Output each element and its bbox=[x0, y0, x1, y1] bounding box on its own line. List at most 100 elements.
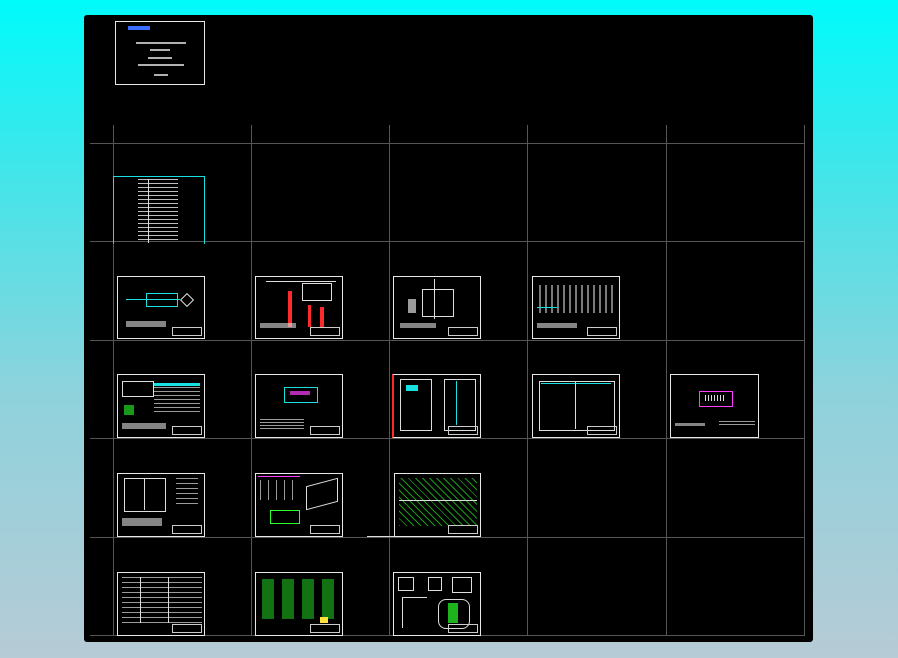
schematic-line bbox=[537, 307, 557, 308]
plan-outline bbox=[284, 387, 318, 403]
index-table-column bbox=[148, 179, 149, 243]
grid-line bbox=[804, 125, 805, 636]
elevation-divider bbox=[575, 381, 576, 429]
section-fill bbox=[448, 603, 458, 623]
magenta-line bbox=[258, 476, 300, 477]
title-block bbox=[172, 426, 202, 435]
grid-line bbox=[251, 125, 252, 636]
device-table bbox=[154, 383, 200, 413]
legend-table bbox=[719, 421, 755, 427]
title-block bbox=[172, 624, 202, 633]
elevation-top bbox=[541, 383, 611, 384]
diagram-valve bbox=[179, 292, 195, 308]
section-profile bbox=[402, 597, 427, 628]
cover-logo bbox=[128, 26, 150, 30]
table-column bbox=[140, 577, 141, 623]
cover-text-line bbox=[136, 42, 186, 44]
cover-text-line bbox=[150, 49, 170, 51]
sheet-cabinet-elevation[interactable] bbox=[532, 374, 620, 438]
table-column bbox=[168, 577, 169, 623]
sheet-system-diagram[interactable] bbox=[117, 276, 205, 339]
sheet-plan-view[interactable] bbox=[255, 374, 343, 438]
section-detail bbox=[452, 577, 472, 593]
cover-sheet[interactable] bbox=[115, 21, 205, 85]
cover-text-line bbox=[154, 74, 168, 76]
device-photo bbox=[124, 405, 134, 415]
grid-line bbox=[90, 340, 805, 341]
sheet-cabinet-outline[interactable] bbox=[117, 473, 205, 537]
index-table-rows bbox=[138, 179, 178, 243]
sheet-device-table[interactable] bbox=[117, 374, 205, 438]
component-grid bbox=[262, 579, 338, 619]
grid-line bbox=[90, 143, 805, 144]
grid-line bbox=[389, 125, 390, 636]
legend-table bbox=[260, 419, 304, 429]
title-block bbox=[448, 525, 478, 534]
elevation-frame bbox=[539, 381, 615, 431]
sheet-plan-view-2[interactable] bbox=[670, 374, 759, 438]
panel-box bbox=[302, 283, 332, 301]
sheet-control-wiring[interactable] bbox=[393, 276, 481, 339]
sheet-panel-layout[interactable] bbox=[255, 276, 343, 339]
title-block bbox=[448, 327, 478, 336]
sheet-material-table[interactable] bbox=[117, 572, 205, 636]
cabinet-window bbox=[406, 385, 418, 391]
title-block bbox=[172, 525, 202, 534]
plan-equipment bbox=[705, 395, 725, 401]
red-conductor bbox=[288, 291, 292, 327]
sheet-component-grid[interactable] bbox=[255, 572, 343, 636]
cover-text-line bbox=[138, 64, 184, 66]
red-conductor bbox=[308, 305, 311, 327]
assembly-front bbox=[260, 480, 300, 500]
wiring-line bbox=[434, 279, 435, 319]
sheet-electrical-schematic[interactable] bbox=[532, 276, 620, 339]
material-table-rows bbox=[122, 577, 202, 623]
cover-text-line bbox=[148, 57, 172, 59]
cad-model-space-canvas[interactable] bbox=[84, 15, 813, 642]
schematic-body bbox=[539, 285, 615, 313]
title-block bbox=[587, 327, 617, 336]
cabinet-side-view bbox=[176, 478, 198, 506]
assembly-isometric bbox=[306, 477, 338, 511]
panel-line bbox=[266, 281, 336, 282]
grid-line bbox=[90, 438, 805, 439]
notes-block bbox=[537, 323, 577, 328]
notes-block bbox=[126, 321, 166, 327]
title-block bbox=[310, 327, 340, 336]
notes-block bbox=[122, 423, 166, 429]
red-conductor bbox=[320, 307, 324, 327]
device-box bbox=[122, 381, 154, 397]
wiring-frame bbox=[422, 289, 454, 317]
title-block bbox=[587, 426, 617, 435]
title-block bbox=[310, 525, 340, 534]
notes-block bbox=[675, 423, 705, 426]
title-block bbox=[448, 426, 478, 435]
title-block bbox=[310, 426, 340, 435]
grid-line bbox=[527, 125, 528, 636]
cabinet-outline bbox=[124, 478, 166, 512]
title-block bbox=[448, 624, 478, 633]
cabinet-side bbox=[444, 379, 476, 431]
grid-line bbox=[666, 125, 667, 636]
sheet-cabinet-front[interactable] bbox=[392, 374, 481, 438]
table-header bbox=[154, 383, 200, 386]
section-detail bbox=[398, 577, 414, 591]
sheet-isometric-assembly[interactable] bbox=[255, 473, 343, 537]
cabinet-divider bbox=[144, 478, 145, 510]
diagram-box bbox=[146, 293, 178, 307]
notes-block bbox=[122, 518, 162, 526]
section-detail bbox=[428, 577, 442, 591]
detail-drawings bbox=[399, 478, 477, 526]
highlight-component bbox=[320, 617, 328, 623]
component bbox=[408, 299, 416, 313]
grid-line bbox=[90, 537, 805, 538]
sheet-green-detail[interactable] bbox=[394, 473, 481, 537]
title-block bbox=[172, 327, 202, 336]
notes-block bbox=[260, 323, 296, 328]
title-block bbox=[310, 624, 340, 633]
detail-divider bbox=[399, 500, 477, 501]
assembly-base bbox=[270, 510, 300, 524]
index-table-sheet[interactable] bbox=[113, 176, 205, 244]
notes-block bbox=[400, 323, 436, 328]
sheet-detail-sections[interactable] bbox=[393, 572, 481, 636]
